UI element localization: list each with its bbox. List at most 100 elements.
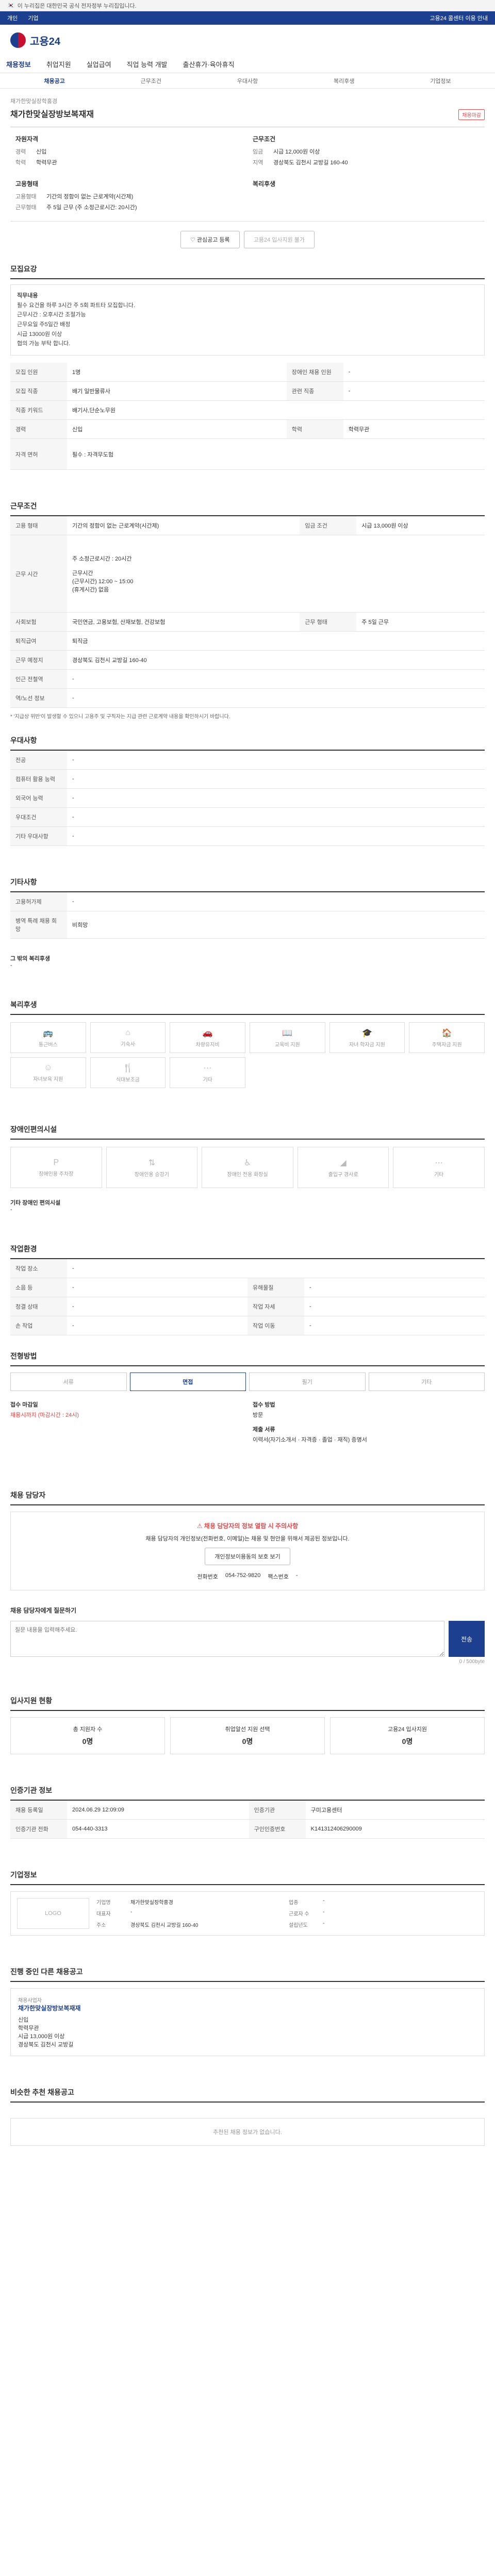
elevator-icon: ⇅ xyxy=(148,1158,156,1167)
send-button[interactable]: 전송 xyxy=(449,1621,485,1657)
td: - xyxy=(67,669,485,689)
stat-card: 총 지원자 수 0명 xyxy=(10,1717,165,1755)
th: 장애인 채용 인원 xyxy=(286,363,343,382)
ramp-icon: ◢ xyxy=(340,1158,346,1167)
method-value: 방문 xyxy=(253,1412,263,1419)
tab-company[interactable]: 기업 xyxy=(28,14,38,22)
restroom-icon: ♿ xyxy=(243,1158,252,1167)
td: 경상북도 김천시 교방길 160-40 xyxy=(67,650,485,670)
table-row: 고용허가제 - xyxy=(10,892,485,912)
th: 채용 등록일 xyxy=(10,1801,67,1820)
tab-recruit[interactable]: 채용공고 xyxy=(6,77,103,85)
nav-item-jobs[interactable]: 채용정보 xyxy=(6,59,31,69)
nav-item-unemployment[interactable]: 실업급여 xyxy=(87,59,111,69)
receipt-info: 접수 마감일 채용시까지 (마감시간 : 24시) 접수 방법 방문 제출 서류… xyxy=(10,1400,485,1444)
th: 모집 직종 xyxy=(10,381,67,401)
table-row: 자격 면허 필수 : 자격무도험 xyxy=(10,438,485,470)
phone-label: 전화번호 xyxy=(197,1574,218,1581)
etc-icon: ⋯ xyxy=(435,1158,443,1167)
etc-table: 고용허가제 - 병역 특례 채용 희망 비희망 xyxy=(10,892,485,939)
kv-key: 경력 xyxy=(15,149,26,155)
td: 비희망 xyxy=(67,911,485,939)
logo-row: 고용24 xyxy=(0,25,495,56)
alert-icon: ⚠ xyxy=(196,1522,204,1530)
callcenter-link[interactable]: 고용24 콜센터 이용 안내 xyxy=(430,14,488,22)
similar-section: 진행 중인 다른 채용공고 채용사업자 채가한맞실장방보복재재 신입 학력무관 … xyxy=(10,1967,485,2057)
tab-preference[interactable]: 우대사항 xyxy=(199,77,295,85)
apply-button[interactable]: 고용24 입사지원 불가 xyxy=(243,231,315,248)
nav-item-training[interactable]: 직업 능력 개발 xyxy=(127,59,168,69)
action-buttons: ♡ 관심공고 등록 고용24 입사지원 불가 xyxy=(10,231,485,248)
table-row: 모집 직종 배기 일반물류사 관련 직종 - xyxy=(10,381,485,401)
similar-card[interactable]: 채용사업자 채가한맞실장방보복재재 신입 학력무관 시급 13,000원 이상 … xyxy=(10,1988,485,2057)
tab-conditions[interactable]: 근무조건 xyxy=(103,77,199,85)
th: 자격 면허 xyxy=(10,438,67,470)
nav-item-support[interactable]: 취업지원 xyxy=(46,59,71,69)
td: - xyxy=(67,688,485,708)
th: 작업 장소 xyxy=(10,1259,67,1279)
td: - xyxy=(67,1278,248,1298)
th: 인근 전철역 xyxy=(10,669,67,689)
th: 소음 등 xyxy=(10,1278,67,1298)
parking-icon: P xyxy=(53,1158,59,1167)
welfare-label: 통근버스 xyxy=(38,1042,58,1048)
nav-item-leave[interactable]: 출산휴가·육아휴직 xyxy=(183,59,235,69)
fax-value: - xyxy=(295,1572,298,1579)
td: - xyxy=(343,381,485,401)
flag-icon: 🇰🇷 xyxy=(7,3,14,9)
table-row: 경력 신입 학력 학력무관 xyxy=(10,419,485,439)
conditions-section: 근무조건 고용 형태 기간의 정함이 없는 근로계약(시간제) 임금 조건 시급 13… xyxy=(10,501,485,720)
table-row: 청결 상태 - 작업 자세 - xyxy=(10,1297,485,1317)
table-row: 병역 특례 채용 희망 비희망 xyxy=(10,911,485,939)
docs-heading: 제출 서류 xyxy=(253,1427,275,1433)
th: 우대조건 xyxy=(10,807,67,827)
th: 인증기관 xyxy=(249,1801,306,1820)
td: 기간의 정함이 없는 근로계약(시간제) xyxy=(67,516,300,536)
td: 1명 xyxy=(67,363,287,382)
kv-value: - xyxy=(323,1898,325,1904)
intro-line: 직무내용 xyxy=(17,293,38,299)
inquiry-section: 채용 담당자에게 질문하기 전송 0 / 500byte xyxy=(10,1606,485,1665)
welfare-item: ⌂ 기숙사 xyxy=(90,1022,166,1054)
td: - xyxy=(67,826,485,846)
td: 구미고용센터 xyxy=(305,1801,485,1820)
receipt-heading: 접수 마감일 xyxy=(10,1402,38,1409)
job-summary: 자원자격 경력 신입 학력 학력무관 근무조건 임금 시급 12,000원 이상 지역… xyxy=(10,127,485,222)
tab-personal[interactable]: 개인 xyxy=(7,14,18,22)
welfare-label: 자녀보육 지원 xyxy=(33,1076,63,1082)
welfare-note-value: - xyxy=(10,962,12,969)
kv-key: 업종 xyxy=(289,1900,299,1906)
th: 고용허가제 xyxy=(10,892,67,912)
tab-welfare[interactable]: 복리후생 xyxy=(296,77,392,85)
td: - xyxy=(304,1316,485,1336)
kv-key: 기업명 xyxy=(96,1900,111,1906)
td: 필수 : 자격무도험 xyxy=(67,438,485,470)
section-heading: 기업정보 xyxy=(10,1870,485,1886)
inquiry-textarea[interactable] xyxy=(10,1621,444,1657)
manager-box: ⚠ 채용 담당자의 정보 열람 시 주의사항 채용 담당자의 개인정보(전화번호… xyxy=(10,1512,485,1591)
th: 학력 xyxy=(286,419,343,439)
recommend-empty: 추천된 채용 정보가 없습니다. xyxy=(10,2118,485,2146)
td: - xyxy=(67,1297,248,1317)
preference-section: 우대사항 전공 - 컴퓨터 활용 능력 - 외국어 능력 - 우대조건 - 기타 우대사… xyxy=(10,735,485,846)
welfare-item: 🏠 주택자금 지원 xyxy=(409,1022,485,1054)
welfare-label: 교육비 지원 xyxy=(274,1042,300,1048)
td: 054-440-3313 xyxy=(67,1819,249,1839)
section-heading: 작업환경 xyxy=(10,1244,485,1260)
disability-item: ♿ 장애인 전용 화장실 xyxy=(202,1147,293,1189)
car-icon: 🚗 xyxy=(202,1028,213,1038)
table-row: 근무 예정지 경상북도 김천시 교방길 160-40 xyxy=(10,650,485,670)
privacy-view-button[interactable]: 개인정보이용동의 보호 보기 xyxy=(205,1548,290,1566)
step-interview: 면접 xyxy=(129,1372,246,1392)
summary-welfare-heading: 복리후생 xyxy=(253,180,276,188)
process-steps: 서류 면접 필기 기타 xyxy=(10,1372,485,1392)
disability-note-value: - xyxy=(10,1207,12,1213)
kv-value: 시급 12,000원 이상 xyxy=(273,149,320,155)
section-tabs: 채용공고 근무조건 우대사항 복리후생 기업정보 xyxy=(0,73,495,89)
site-logo[interactable]: 고용24 xyxy=(30,33,60,48)
disability-label: 출입구 경사로 xyxy=(328,1172,358,1178)
save-favorite-button[interactable]: ♡ 관심공고 등록 xyxy=(180,231,240,248)
child-icon: ☺ xyxy=(44,1063,53,1072)
tab-company-info[interactable]: 기업정보 xyxy=(392,77,489,85)
stat-value: 0명 xyxy=(82,1737,93,1746)
